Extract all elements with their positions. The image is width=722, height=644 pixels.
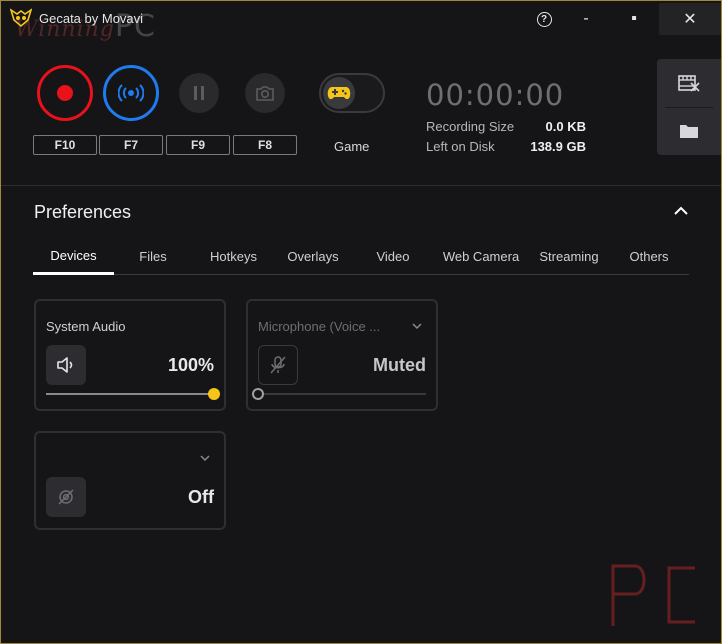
tab-others[interactable]: Others: [615, 239, 683, 273]
stream-button[interactable]: [103, 65, 159, 121]
tab-streaming[interactable]: Streaming: [531, 239, 607, 273]
open-folder-button[interactable]: [657, 107, 721, 155]
chevron-down-icon[interactable]: [200, 453, 210, 463]
microphone-status-value: Muted: [373, 355, 426, 375]
minimize-button[interactable]: -: [564, 3, 608, 35]
pause-hotkey-badge: F9: [166, 135, 230, 155]
tab-files[interactable]: Files: [114, 239, 192, 273]
tab-web-camera[interactable]: Web Camera: [435, 239, 527, 273]
toggle-knob: [323, 77, 355, 109]
section-divider: [1, 185, 721, 186]
side-panel: [657, 59, 721, 155]
recording-size-value: 0.0 KB: [545, 119, 586, 134]
game-mode-label: Game: [334, 139, 370, 154]
camera-icon: [256, 86, 274, 101]
tab-hotkeys[interactable]: Hotkeys: [194, 239, 273, 273]
system-audio-volume-value: 100%: [167, 355, 214, 375]
gecata-logo-icon: [10, 8, 32, 28]
gamepad-icon: [327, 87, 351, 100]
slider-thumb[interactable]: [208, 388, 220, 400]
microphone-card: Microphone (Voice ... Muted: [246, 299, 438, 411]
broadcast-icon: [118, 84, 144, 102]
system-audio-title: System Audio: [46, 319, 126, 334]
folder-icon: [680, 125, 698, 138]
collapse-preferences-button[interactable]: [668, 200, 694, 222]
left-on-disk-label: Left on Disk: [426, 139, 495, 154]
tab-devices[interactable]: Devices: [33, 239, 114, 275]
help-icon: ?: [536, 11, 552, 27]
record-hotkey-badge: F10: [33, 135, 97, 155]
microphone-muted-icon: [270, 356, 286, 374]
recording-timer: 00:00:00: [426, 78, 565, 112]
webcam-status-value: Off: [188, 487, 214, 507]
system-audio-volume-slider[interactable]: [46, 388, 220, 400]
screenshot-button[interactable]: [245, 73, 285, 113]
preferences-title: Preferences: [34, 202, 132, 222]
maximize-button[interactable]: ▪: [612, 3, 656, 35]
record-icon: [57, 85, 73, 101]
screenshot-hotkey-badge: F8: [233, 135, 297, 155]
speaker-icon: [57, 357, 73, 373]
film-edit-icon: [678, 75, 700, 92]
system-audio-mute-button[interactable]: [46, 345, 86, 385]
help-button[interactable]: ?: [522, 3, 566, 35]
tab-overlays[interactable]: Overlays: [275, 239, 351, 273]
chevron-down-icon[interactable]: [412, 321, 422, 331]
left-on-disk-value: 138.9 GB: [530, 139, 586, 154]
pause-icon: [194, 86, 204, 100]
webcam-off-icon: [58, 489, 74, 505]
slider-fill: [46, 393, 214, 395]
close-button[interactable]: ✕: [659, 3, 721, 35]
webcam-toggle-button[interactable]: [46, 477, 86, 517]
stream-hotkey-badge: F7: [99, 135, 163, 155]
preferences-tabs: Devices Files Hotkeys Overlays Video Web…: [33, 239, 689, 275]
system-audio-card: System Audio 100%: [34, 299, 226, 411]
tab-video[interactable]: Video: [357, 239, 429, 273]
webcam-card: Off: [34, 431, 226, 530]
microphone-device-select[interactable]: Microphone (Voice ...: [258, 319, 403, 334]
game-mode-toggle[interactable]: [319, 73, 385, 113]
slider-thumb[interactable]: [252, 388, 264, 400]
microphone-volume-slider[interactable]: [252, 388, 426, 400]
window-title: Gecata by Movavi: [39, 11, 144, 26]
record-button[interactable]: [37, 65, 93, 121]
video-editor-button[interactable]: [657, 59, 721, 107]
microphone-mute-button[interactable]: [258, 345, 298, 385]
pause-button[interactable]: [179, 73, 219, 113]
chevron-up-icon: [674, 206, 688, 215]
pc-logo-icon: [611, 564, 695, 626]
